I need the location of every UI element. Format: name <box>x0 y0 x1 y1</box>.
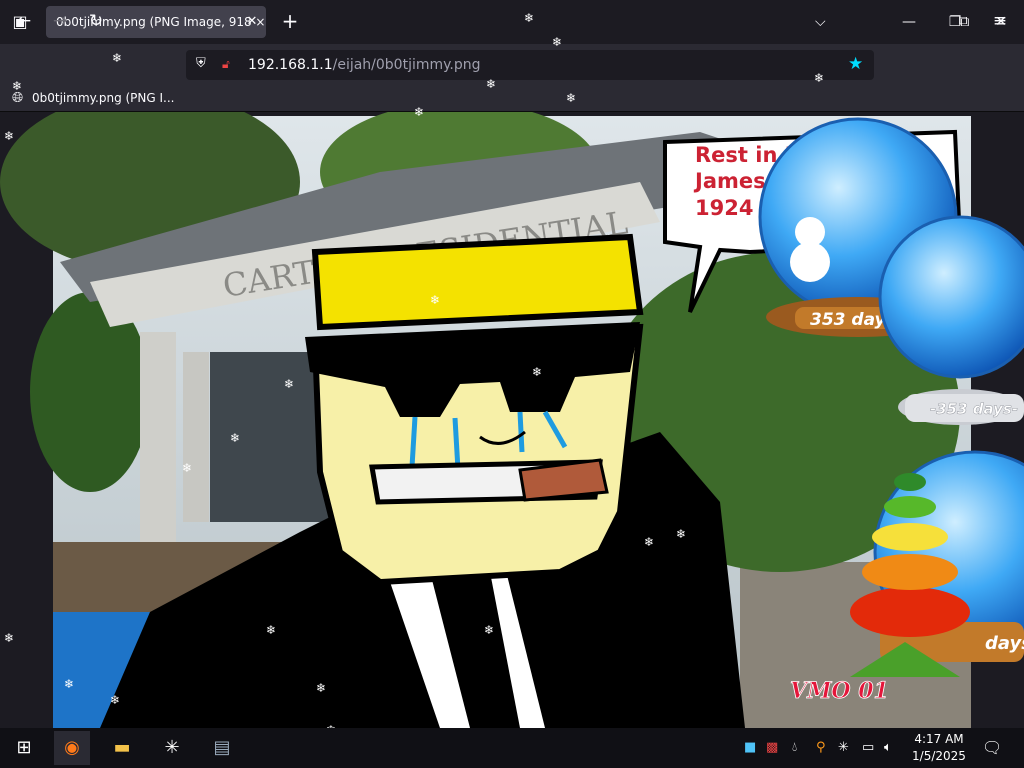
star-icon[interactable]: ★ <box>848 53 868 75</box>
list-all-tabs-chevron-icon[interactable]: ⌵ <box>815 10 835 34</box>
snowflake-icon: ❄ <box>814 71 825 85</box>
watermark: VMO 01 <box>790 678 889 704</box>
snowflake-icon: ❄ <box>552 35 563 49</box>
snowflake-icon: ❄ <box>644 535 655 549</box>
shield-icon[interactable]: ⛨ <box>196 54 212 74</box>
snowflake-icon: ❄ <box>524 11 535 25</box>
clock-date: 1/5/2025 <box>912 749 966 763</box>
globe-3-days: days <box>985 633 1024 654</box>
burst-app-icon[interactable]: ✳ <box>154 731 190 765</box>
tray-snow-icon[interactable]: ✳ <box>838 738 849 758</box>
page-viewport: CARTER PRESIDENTIAL <box>0 112 1024 728</box>
snowflake-icon: ❄ <box>64 677 75 691</box>
forward-arrow-icon[interactable]: → <box>46 8 74 34</box>
snowflake-icon: ❄ <box>486 77 497 91</box>
tray-square-icon[interactable]: ■ <box>744 738 756 758</box>
snowflake-icon: ❄ <box>676 527 687 541</box>
tab-close-icon[interactable]: ✕ <box>244 12 260 32</box>
snowflake-icon: ❄ <box>230 431 241 445</box>
tab-active[interactable]: 0b0tjimmy.png (PNG Image, 918 × <box>46 6 266 38</box>
snowflake-icon: ❄ <box>532 365 543 379</box>
tray-search-icon[interactable]: ⚲ <box>816 738 826 758</box>
globe-2-days: -353 days- <box>930 400 1018 418</box>
bookmark-item[interactable]: 0b0tjimmy.png (PNG I... <box>32 90 175 106</box>
snowflake-icon: ❄ <box>110 693 121 707</box>
meme-image: CARTER PRESIDENTIAL <box>0 112 1024 728</box>
snowflake-icon: ❄ <box>484 623 495 637</box>
back-arrow-icon[interactable]: ← <box>10 8 38 34</box>
snowflake-icon: ❄ <box>112 51 123 65</box>
url-path: /eijah/0b0tjimmy.png <box>332 57 481 73</box>
snowflake-icon: ❄ <box>4 631 15 645</box>
snowflake-icon: ❄ <box>4 129 15 143</box>
url-text[interactable]: 192.168.1.1/eijah/0b0tjimmy.png <box>248 55 481 75</box>
snowflake-icon: ❄ <box>182 461 193 475</box>
network-app-icon[interactable]: ▤ <box>204 731 240 765</box>
speech-line-3: 1924 <box>695 196 753 220</box>
tray-drop-icon[interactable]: 💧︎ <box>792 738 797 758</box>
notification-icon[interactable]: 🗨︎ <box>982 738 1002 758</box>
firefox-icon[interactable]: ◉ <box>54 731 90 765</box>
taskbar-clock[interactable]: 4:17 AM 1/5/2025 <box>904 731 974 765</box>
clock-time: 4:17 AM <box>914 732 964 746</box>
puzzle-icon[interactable]: ⧉ <box>950 8 978 34</box>
windows-start-icon[interactable]: ⊞ <box>6 731 42 765</box>
snowflake-icon: ❄ <box>566 91 577 105</box>
lock-icon[interactable]: 🔓︎ <box>222 54 236 74</box>
snowflake-icon: ❄ <box>414 105 425 119</box>
snowflake-icon: ❄ <box>266 623 277 637</box>
snowflake-icon: ❄ <box>12 79 23 93</box>
snowflake-icon: ❄ <box>430 293 441 307</box>
tray-app-icon[interactable]: ▩ <box>766 738 778 758</box>
new-tab-plus-icon[interactable]: + <box>280 10 300 34</box>
snowflake-icon: ❄ <box>316 681 327 695</box>
url-host: 192.168.1.1 <box>248 57 333 73</box>
hamburger-menu-icon[interactable]: ≡ <box>986 8 1014 34</box>
network-icon[interactable]: ▭ <box>862 738 874 758</box>
file-explorer-icon[interactable]: ▬ <box>104 731 140 765</box>
volume-icon[interactable]: 🔈︎ <box>884 738 892 758</box>
snowflake-icon: ❄ <box>284 377 295 391</box>
minimize-icon[interactable]: — <box>894 8 924 36</box>
reload-icon[interactable]: ↻ <box>82 8 110 34</box>
